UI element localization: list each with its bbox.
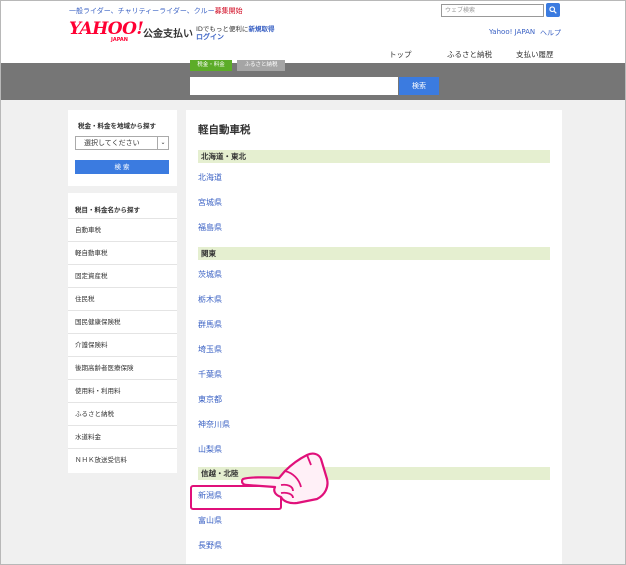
yahoo-japan-link[interactable]: Yahoo! JAPAN [489,28,535,36]
prefecture-link[interactable]: 山梨県 [198,444,222,455]
signup-link[interactable]: 新規取得 [248,25,274,33]
global-nav: トップ ふるさと納税 支払い履歴 [1,49,625,63]
region-search-title: 税金・料金を地域から探す [78,122,156,130]
main-search-input[interactable] [190,77,398,95]
prefecture-link[interactable]: 埼玉県 [198,344,222,355]
logo-text: YAHOO! [69,19,144,39]
prefecture-link[interactable]: 東京都 [198,394,222,405]
prefecture-link[interactable]: 宮城県 [198,197,222,208]
tab-furusato[interactable]: ふるさと納税 [237,60,285,71]
category-item[interactable]: 水道料金 [68,425,177,448]
category-item[interactable]: 使用料・利用料 [68,379,177,402]
prefecture-link[interactable]: 長野県 [198,540,222,551]
main-search-button[interactable]: 検索 [399,77,439,95]
prefecture-link[interactable]: 福島県 [198,222,222,233]
category-item[interactable]: 固定資産税 [68,264,177,287]
nav-top[interactable]: トップ [389,49,412,60]
service-name[interactable]: 公金支払い [143,25,193,40]
prefecture-link[interactable]: 富山県 [198,515,222,526]
promo-banner[interactable]: 一般ライダー、チャリティーライダー、クルー募集開始 [69,6,243,16]
category-item[interactable]: 国民健康保険税 [68,310,177,333]
pointing-hand-icon [241,452,329,505]
prefecture-link[interactable]: 千葉県 [198,369,222,380]
prefecture-link[interactable]: 群馬県 [198,319,222,330]
prefecture-link[interactable]: 茨城県 [198,269,222,280]
chevron-down-icon: ⌄ [157,137,168,149]
region-heading: 関東 [198,247,550,260]
yahoo-logo[interactable]: YAHOO! JAPAN [69,19,144,44]
region-search-button[interactable]: 検 索 [75,160,169,174]
logo-sub: JAPAN [111,37,128,43]
search-icon [549,6,557,14]
category-item[interactable]: 自動車税 [68,218,177,241]
region-select[interactable]: 選択してください ⌄ [75,136,169,150]
header: 一般ライダー、チャリティーライダー、クルー募集開始 ウェブ検索 YAHOO! J… [1,1,625,63]
prefecture-link[interactable]: 神奈川県 [198,419,230,430]
promo-text[interactable]: 一般ライダー、チャリティーライダー、クルー [69,7,215,15]
prefecture-link[interactable]: 北海道 [198,172,222,183]
category-box: 税目・料金名から探す 自動車税 軽自動車税 固定資産税 住民税 国民健康保険税 … [68,193,177,473]
web-search-button[interactable] [546,3,560,17]
category-item[interactable]: 後期高齢者医療保険 [68,356,177,379]
promo-hot[interactable]: 募集開始 [215,7,243,15]
login-link[interactable]: ログイン [196,32,224,42]
nav-history[interactable]: 支払い履歴 [516,49,554,60]
category-item[interactable]: ふるさと納税 [68,402,177,425]
category-item[interactable]: 介護保険料 [68,333,177,356]
category-item[interactable]: 住民税 [68,287,177,310]
category-title: 税目・料金名から探す [75,206,140,214]
region-select-value: 選択してください [84,139,140,147]
category-item[interactable]: 軽自動車税 [68,241,177,264]
page-title: 軽自動車税 [198,124,251,136]
tab-tax[interactable]: 税金・料金 [190,60,232,71]
region-heading: 北海道・東北 [198,150,550,163]
web-search-input[interactable]: ウェブ検索 [441,4,544,17]
region-search-box: 税金・料金を地域から探す 選択してください ⌄ 検 索 [68,110,177,186]
prefecture-link[interactable]: 栃木県 [198,294,222,305]
help-link[interactable]: ヘルプ [540,28,561,38]
nav-furusato[interactable]: ふるさと納税 [447,49,492,60]
category-item[interactable]: ＮＨＫ放送受信料 [68,448,177,471]
